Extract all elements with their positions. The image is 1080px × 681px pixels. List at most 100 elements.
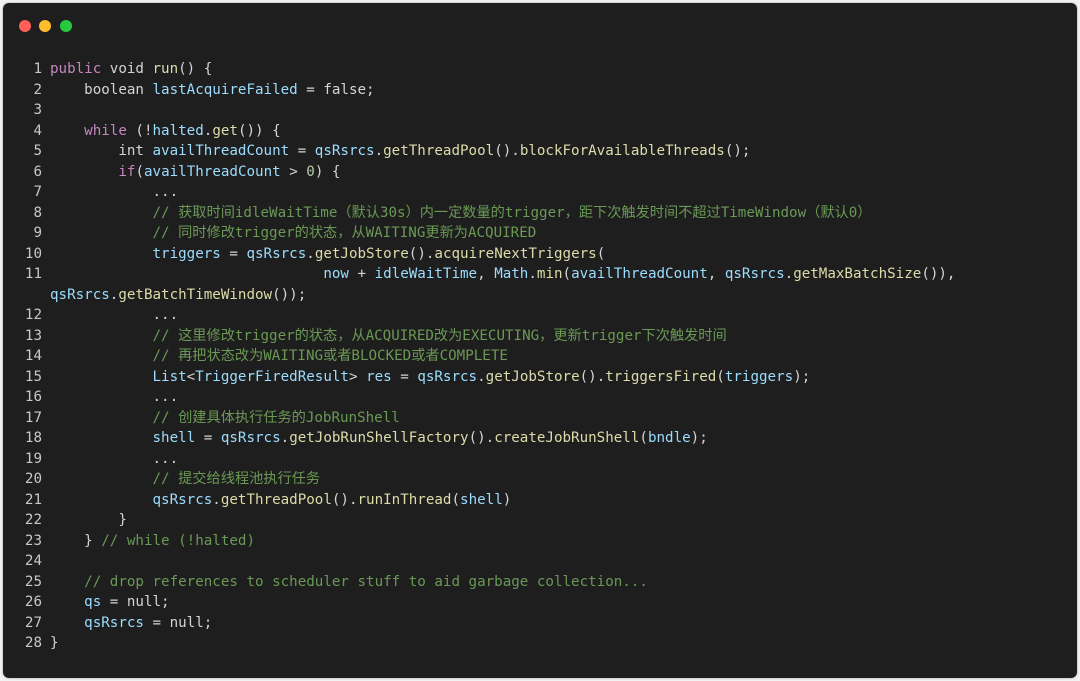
line-number: 2 <box>33 81 42 98</box>
line-number: 8 <box>33 204 42 221</box>
code-text: // 同时修改trigger的状态，从WAITING更新为ACQUIRED <box>50 223 537 244</box>
code-line: 22 } <box>3 510 1077 531</box>
code-window: 1 public void run() {2 boolean lastAcquir… <box>3 3 1077 678</box>
code-token: qsRsrcs <box>84 614 144 631</box>
code-line: 10 triggers = qsRsrcs.getJobStore().acqu… <box>3 244 1077 265</box>
code-token: ... <box>50 389 179 405</box>
code-line: 13 // 这里修改trigger的状态，从ACQUIRED改为EXECUTIN… <box>3 326 1077 347</box>
code-token: ( <box>596 245 606 262</box>
code-line: 1 public void run() { <box>3 59 1077 80</box>
code-token: (! <box>126 122 153 139</box>
code-token: qsRsrcs <box>724 266 785 282</box>
code-line: 19 ... <box>3 449 1077 470</box>
code-token: ( <box>451 491 461 508</box>
code-token: // 创建具体执行任务的JobRunShell <box>152 409 400 426</box>
code-token: = <box>220 245 247 262</box>
code-token: public <box>50 61 102 77</box>
line-number: 22 <box>24 512 42 528</box>
code-token: < <box>186 368 196 385</box>
code-token: idleWaitTime <box>374 266 478 282</box>
code-token: (). <box>494 143 520 159</box>
code-line: 7 ... <box>3 182 1077 203</box>
code-token: , <box>707 266 725 282</box>
code-text: ... <box>50 387 178 408</box>
minimize-button[interactable] <box>39 20 51 32</box>
code-token: . <box>306 245 315 262</box>
code-token: availThreadCount <box>571 266 708 282</box>
code-token: runInThread <box>357 491 452 508</box>
code-token: getJobStore <box>314 245 409 262</box>
line-number: 15 <box>24 368 42 385</box>
code-token: while <box>84 122 127 139</box>
code-token: . <box>477 368 486 385</box>
code-token: get <box>212 122 238 139</box>
code-line: 2 boolean lastAcquireFailed = false; <box>3 80 1077 101</box>
code-text: ... <box>50 182 178 203</box>
code-token: bndle <box>647 430 691 446</box>
code-line: 9 // 同时修改trigger的状态，从WAITING更新为ACQUIRED <box>3 223 1077 244</box>
code-token: ... <box>50 184 179 200</box>
code-token: getJobStore <box>485 368 580 385</box>
code-token: availThreadCount <box>143 163 281 180</box>
code-token: triggers <box>152 245 221 262</box>
code-line: 21 qsRsrcs.getThreadPool().runInThread(s… <box>3 490 1077 511</box>
line-number: 25 <box>24 573 42 590</box>
code-block: 1 public void run() {2 boolean lastAcquir… <box>3 59 1077 654</box>
code-token: // drop references to scheduler stuff to… <box>84 573 648 590</box>
code-token: = <box>289 143 315 159</box>
code-token: // 同时修改trigger的状态，从WAITING更新为ACQUIRED <box>152 225 537 241</box>
code-token: ( <box>716 368 725 385</box>
line-number: 11 <box>24 266 42 282</box>
code-text: qsRsrcs.getThreadPool().runInThread(shel… <box>50 490 512 511</box>
code-text: } <box>50 510 127 531</box>
line-number: 28 <box>24 635 42 651</box>
code-token: getThreadPool <box>383 143 495 159</box>
code-token: boolean <box>50 81 153 98</box>
code-token: () { <box>178 61 213 77</box>
code-token: qsRsrcs <box>152 491 213 508</box>
line-number: 18 <box>24 430 42 446</box>
code-token: getThreadPool <box>220 491 332 508</box>
code-token: . <box>212 491 221 508</box>
code-line: 24 <box>3 551 1077 572</box>
line-number: 16 <box>24 389 42 405</box>
code-text: // 再把状态改为WAITING或者BLOCKED或者COMPLETE <box>50 346 508 367</box>
code-token: now <box>323 266 349 282</box>
code-text: qs = null; <box>50 592 169 613</box>
code-token: availThreadCount <box>152 143 290 159</box>
code-token: ()) { <box>237 122 281 139</box>
code-text: int availThreadCount = qsRsrcs.getThread… <box>50 141 750 162</box>
code-line: 5 int availThreadCount = qsRsrcs.getThre… <box>3 141 1077 162</box>
code-token: int <box>50 143 153 159</box>
code-text: if(availThreadCount > 0) { <box>50 162 340 183</box>
code-token: min <box>536 266 563 282</box>
code-token: List <box>152 368 187 385</box>
close-button[interactable] <box>19 20 31 32</box>
code-token: shell <box>460 491 503 508</box>
code-token: Math <box>494 266 529 282</box>
code-line: 6 if(availThreadCount > 0) { <box>3 162 1077 183</box>
code-token: ... <box>50 450 179 467</box>
code-line: 20 // 提交给线程池执行任务 <box>3 469 1077 490</box>
code-token: halted <box>152 122 204 139</box>
code-line: 14 // 再把状态改为WAITING或者BLOCKED或者COMPLETE <box>3 346 1077 367</box>
line-number: 20 <box>24 471 42 487</box>
code-line: 11 now + idleWaitTime, Math.min(availThr… <box>3 264 1077 285</box>
line-number: 6 <box>33 163 42 180</box>
code-token: . <box>280 430 290 446</box>
code-token: ()); <box>272 286 307 303</box>
code-token: (). <box>579 368 606 385</box>
code-line: 12 ... <box>3 305 1077 326</box>
code-text: // 创建具体执行任务的JobRunShell <box>50 408 400 429</box>
maximize-button[interactable] <box>60 20 72 32</box>
